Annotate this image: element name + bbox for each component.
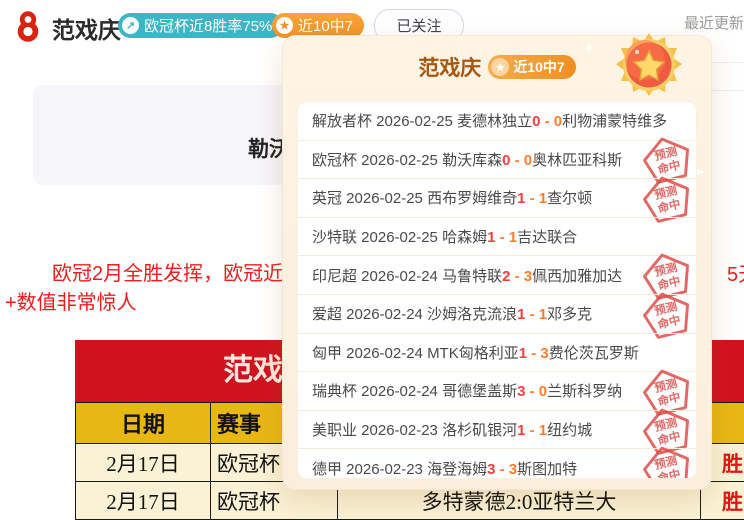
match-text: 匈甲 2026-02-24 MTK匈格利亚1 - 3费伦茨瓦罗斯 [312, 342, 639, 363]
divider [712, 90, 744, 91]
recent-hits-badge-label: 近10中7 [298, 15, 353, 36]
gold-medal-icon [611, 30, 689, 104]
page-title: 范戏庆 [52, 11, 121, 45]
promo-text-line2: +数值非常惊人 [5, 286, 137, 315]
match-text: 美职业 2026-02-23 洛杉矶银河1 - 1纽约城 [312, 419, 592, 440]
popup-hits-badge-label: 近10中7 [513, 57, 564, 77]
sparkle-icon [583, 42, 595, 54]
match-row: 美职业 2026-02-23 洛杉矶银河1 - 1纽约城 预测 命中 [298, 410, 696, 449]
table-header-cell: 日期 [76, 402, 211, 444]
table-cell: 2月17日 [76, 482, 211, 520]
popup-hits-badge: ★ 近10中7 [488, 55, 575, 79]
match-row: 解放者杯 2026-02-25 麦德林独立0 - 0利物浦蒙特维多 [298, 102, 696, 140]
divider [712, 62, 744, 63]
prediction-list: 解放者杯 2026-02-25 麦德林独立0 - 0利物浦蒙特维多 欧冠杯 20… [297, 101, 697, 479]
match-text: 沙特联 2026-02-25 哈森姆1 - 1吉达联合 [312, 226, 577, 247]
match-row: 英冠 2026-02-25 西布罗姆维奇1 - 1查尔顿 预测 命中 [298, 178, 696, 217]
star-icon: ★ [276, 17, 293, 34]
match-text: 瑞典杯 2026-02-24 哥德堡盖斯3 - 0兰斯科罗纳 [312, 380, 622, 401]
match-row: 欧冠杯 2026-02-25 勒沃库森0 - 0奥林匹亚科斯 预测 命中 [298, 140, 696, 179]
prediction-popup: 范戏庆 ★ 近10中7 解放者杯 2026-02-25 麦德林独立0 - 0利物… [282, 35, 712, 490]
trend-up-icon: ↗ [122, 17, 139, 34]
match-row: 沙特联 2026-02-25 哈森姆1 - 1吉达联合 [298, 217, 696, 256]
win-rate-badge-label: 欧冠杯近8胜率75% [144, 15, 272, 36]
match-text: 印尼超 2026-02-24 马鲁特联2 - 3佩西加雅加达 [312, 265, 622, 286]
table-cell: 胜 [701, 482, 744, 520]
popup-title: 范戏庆 [418, 52, 481, 82]
match-text: 爱超 2026-02-24 沙姆洛克流浪1 - 1邓多克 [312, 303, 592, 324]
site-logo-icon [14, 10, 42, 42]
match-row: 匈甲 2026-02-24 MTK匈格利亚1 - 3费伦茨瓦罗斯 [298, 333, 696, 372]
win-rate-badge[interactable]: ↗ 欧冠杯近8胜率75% [118, 13, 283, 38]
match-row: 爱超 2026-02-24 沙姆洛克流浪1 - 1邓多克 预测 命中 [298, 294, 696, 333]
match-row: 瑞典杯 2026-02-24 哥德堡盖斯3 - 0兰斯科罗纳 预测 命中 [298, 371, 696, 410]
promo-text-line1-right: 5天 [727, 258, 744, 287]
match-text: 解放者杯 2026-02-25 麦德林独立0 - 0利物浦蒙特维多 [312, 110, 667, 131]
star-icon: ★ [491, 58, 509, 76]
last-updated-label: 最近更新: [684, 12, 744, 33]
promo-text-line1: 欧冠2月全胜发挥，欧冠近 [52, 257, 283, 286]
match-text: 英冠 2026-02-25 西布罗姆维奇1 - 1查尔顿 [312, 187, 592, 208]
match-row: 德甲 2026-02-23 海登海姆3 - 3斯图加特 预测 命中 [298, 448, 696, 479]
match-text: 欧冠杯 2026-02-25 勒沃库森0 - 0奥林匹亚科斯 [312, 149, 622, 170]
match-text: 德甲 2026-02-23 海登海姆3 - 3斯图加特 [312, 458, 577, 479]
match-row: 印尼超 2026-02-24 马鲁特联2 - 3佩西加雅加达 预测 命中 [298, 255, 696, 294]
table-cell: 2月17日 [76, 444, 211, 482]
